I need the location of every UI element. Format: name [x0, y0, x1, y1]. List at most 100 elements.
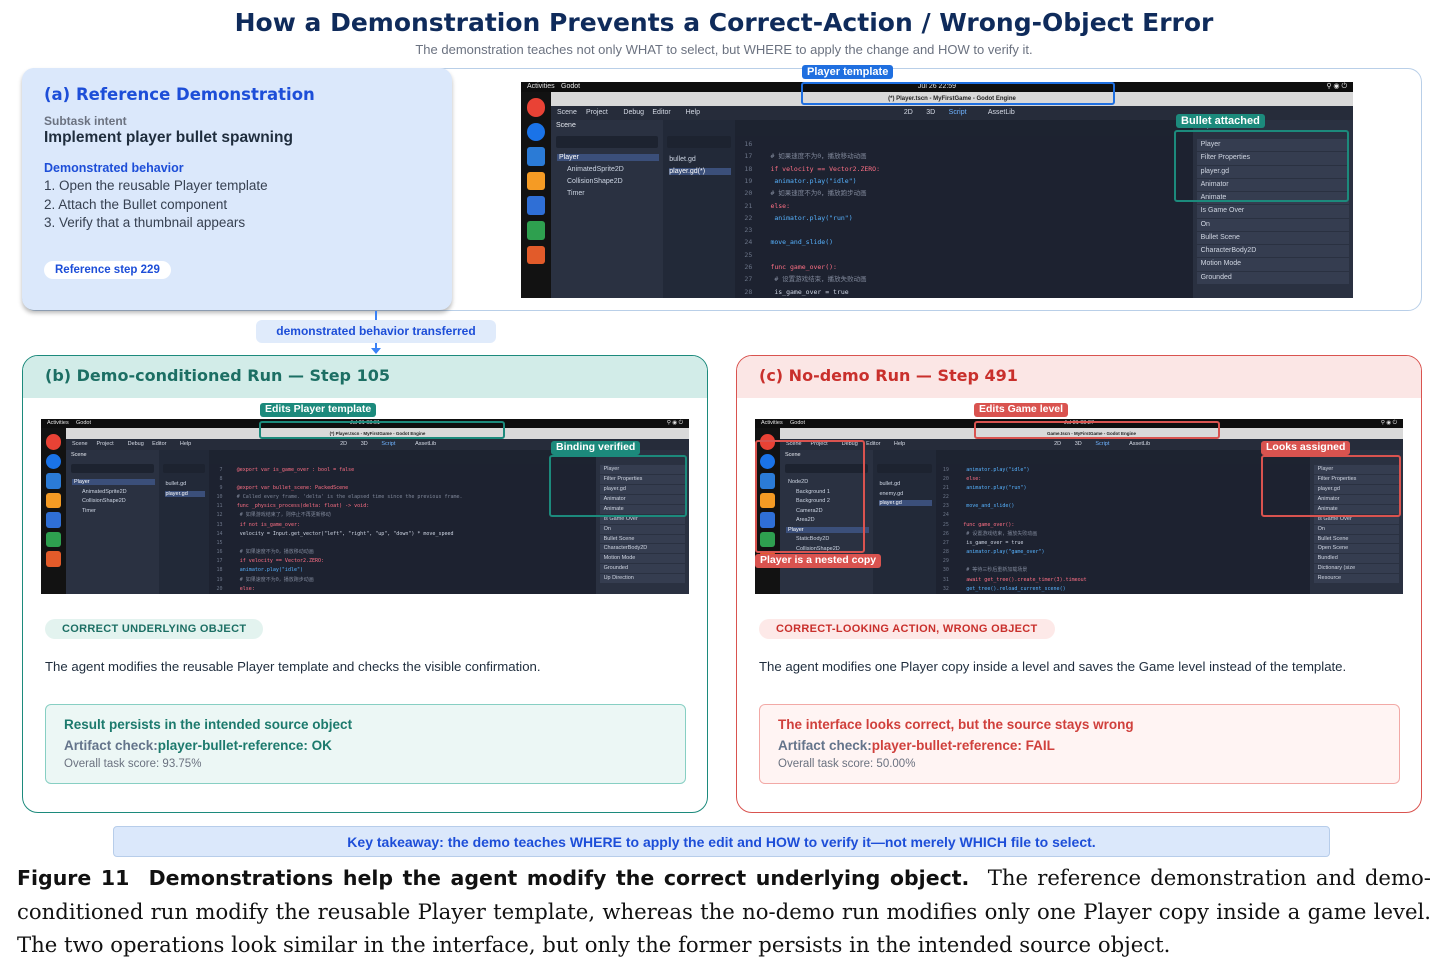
script-file[interactable]: player.gd	[165, 490, 206, 497]
menu-item[interactable]: Editor	[652, 106, 670, 120]
dock-app-icon[interactable]	[45, 551, 62, 567]
inspector-property[interactable]: Grounded	[599, 564, 685, 574]
scene-tree-node[interactable]: Timer	[557, 190, 659, 197]
badge-player-template: Player template	[802, 65, 894, 79]
filter-input[interactable]	[556, 136, 659, 148]
scene-tree-node[interactable]: AnimatedSprite2D	[557, 166, 659, 173]
script-file[interactable]: bullet.gd	[165, 481, 205, 487]
code-editor: 19 animator.play("idle") 20 else: 21 anima…	[935, 463, 1310, 594]
scene-tree-node[interactable]: AnimatedSprite2D	[72, 489, 155, 495]
filter-scripts-input[interactable]	[877, 463, 932, 473]
dock-app-icon[interactable]	[526, 98, 546, 117]
highlight-inspector	[549, 455, 687, 517]
menu-item[interactable]: Editor	[152, 439, 166, 450]
line-number: 17	[216, 558, 223, 565]
script-file[interactable]: bullet.gd	[879, 481, 931, 487]
dock-app-icon[interactable]	[45, 531, 62, 547]
workspace-tab[interactable]: AssetLib	[415, 439, 436, 450]
behavior-label: Demonstrated behavior	[44, 161, 184, 175]
menu-item[interactable]: Help	[894, 439, 905, 450]
line-number: 16	[216, 549, 223, 556]
scene-tree-node[interactable]: Player	[72, 479, 156, 485]
inspector-property[interactable]: On	[1196, 218, 1349, 231]
workspace-tab[interactable]: 2D	[1054, 439, 1061, 450]
script-list-panel: bullet.gd player.gd(*)	[663, 120, 736, 298]
dock-app-icon[interactable]	[526, 196, 546, 215]
workspace-tab[interactable]: 3D	[1075, 439, 1082, 450]
line-number: 26	[942, 530, 949, 537]
behavior-step: 3. Verify that a thumbnail appears	[44, 215, 246, 230]
scene-tree-node[interactable]: CollisionShape2D	[557, 178, 659, 185]
code-text: func game_over():	[963, 521, 1015, 528]
dock-app-icon[interactable]	[526, 221, 546, 240]
caption-label: Figure 11	[17, 866, 130, 890]
line-number: 21	[942, 484, 949, 491]
script-file[interactable]: player.gd	[879, 500, 932, 506]
menu-item[interactable]: Scene	[557, 106, 577, 120]
workspace-tab[interactable]: AssetLib	[988, 106, 1015, 120]
scene-tree-node[interactable]: CollisionShape2D	[72, 498, 155, 504]
inspector-property[interactable]: Motion Mode	[1196, 258, 1349, 271]
menu-item[interactable]: Debug	[623, 106, 644, 120]
code-text: if not is_game_over:	[236, 521, 300, 528]
menu-item[interactable]: Help	[686, 106, 700, 120]
inspector-property[interactable]: Bullet Scene	[1313, 534, 1399, 544]
inspector-property[interactable]: Bullet Scene	[599, 534, 685, 544]
scene-tab[interactable]: Scene	[71, 452, 87, 458]
workspace-tab[interactable]: Script	[381, 439, 395, 450]
dock-app-icon[interactable]	[526, 147, 546, 166]
menu-item[interactable]: Editor	[866, 439, 880, 450]
workspace-tab[interactable]: 3D	[926, 106, 935, 120]
code-text: else:	[963, 475, 982, 482]
menu-item[interactable]: Help	[180, 439, 191, 450]
inspector-property[interactable]: On	[599, 524, 685, 534]
code-line: 27 # 设置游戏结束，播放失败动画	[735, 273, 1192, 285]
inspector-property[interactable]: Bullet Scene	[1196, 231, 1349, 245]
dock-app-icon[interactable]	[45, 492, 62, 508]
scene-tree-node[interactable]: Player	[557, 154, 660, 161]
dock-app-icon[interactable]	[45, 453, 62, 469]
menu-item[interactable]: Debug	[128, 439, 144, 450]
dock-app-icon[interactable]	[526, 171, 546, 191]
filter-scripts-input[interactable]	[163, 463, 206, 473]
inspector-property[interactable]: CharacterBody2D	[599, 544, 685, 554]
inspector-property[interactable]: Open Scene	[1313, 544, 1399, 554]
scene-tab[interactable]: Scene	[556, 122, 576, 129]
dock-app-icon[interactable]	[45, 512, 62, 528]
dock-app-icon[interactable]	[526, 245, 546, 265]
workspace-tab[interactable]: AssetLib	[1129, 439, 1150, 450]
scene-tree-node[interactable]: Timer	[72, 508, 155, 514]
panel-b: (b) Demo-conditioned Run — Step 105 Acti…	[22, 355, 708, 813]
menu-item[interactable]: Project	[586, 106, 608, 120]
code-line: 28 is_game_over = true	[735, 286, 1192, 298]
inspector-property[interactable]: On	[1313, 524, 1399, 534]
workspace-tab[interactable]: 2D	[340, 439, 347, 450]
workspace-tab[interactable]: Script	[1095, 439, 1109, 450]
figure-caption: Figure 11 Demonstrations help the agent …	[17, 861, 1431, 961]
inspector-property[interactable]: Bundled	[1313, 554, 1399, 564]
workspace-tab[interactable]: 3D	[361, 439, 368, 450]
script-file[interactable]: enemy.gd	[879, 491, 931, 497]
inspector-property[interactable]: Grounded	[1196, 271, 1349, 284]
filter-input[interactable]	[71, 463, 155, 473]
inspector-property[interactable]: Resource	[1313, 574, 1399, 584]
dock-app-icon[interactable]	[526, 122, 546, 142]
menu-item[interactable]: Project	[97, 439, 114, 450]
line-number: 30	[942, 567, 949, 574]
inspector-property[interactable]: CharacterBody2D	[1196, 245, 1349, 258]
code-line: 9 @export var bullet_scene: PackedScene	[209, 484, 595, 493]
workspace-tab[interactable]: 2D	[904, 106, 913, 120]
inspector-property[interactable]: Motion Mode	[599, 554, 685, 564]
filter-scripts-input[interactable]	[667, 136, 732, 148]
workspace-tab[interactable]: Script	[949, 106, 967, 120]
dock-app-icon[interactable]	[45, 434, 62, 450]
inspector-property[interactable]: Up Direction	[599, 574, 685, 584]
inspector-property[interactable]: Is Game Over	[1196, 205, 1349, 218]
dock-app-icon[interactable]	[45, 473, 62, 489]
menu-item[interactable]: Scene	[72, 439, 88, 450]
script-file[interactable]: player.gd(*)	[669, 168, 732, 175]
code-line: 28 animator.play("game_over")	[936, 548, 1310, 557]
script-file[interactable]: bullet.gd	[669, 156, 731, 163]
line-number: 22	[942, 494, 949, 501]
inspector-property[interactable]: Dictionary (size	[1313, 564, 1399, 574]
